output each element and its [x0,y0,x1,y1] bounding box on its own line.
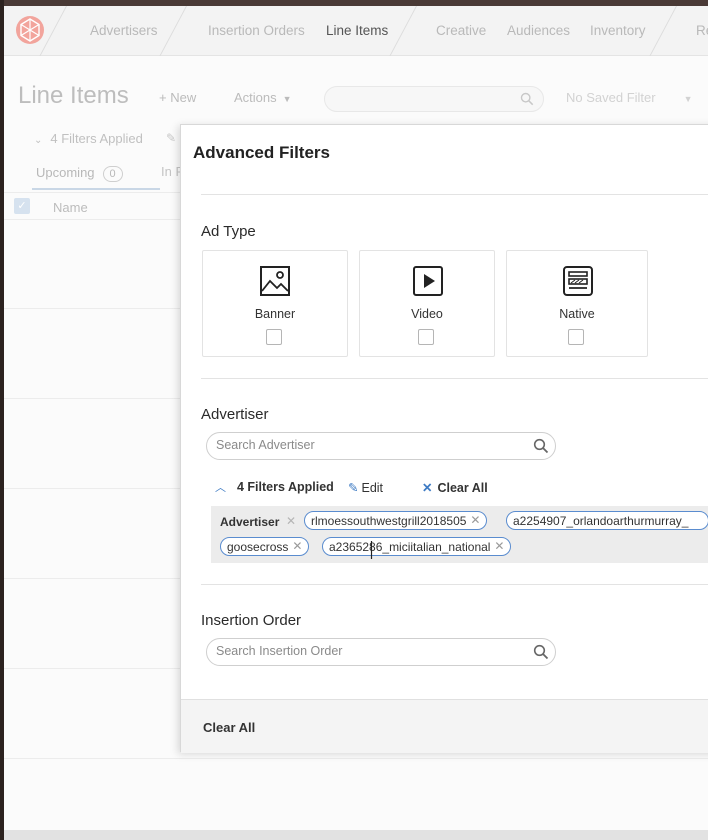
line-items-search[interactable] [324,86,544,112]
close-icon[interactable]: ✕ [494,539,504,553]
advertiser-search[interactable] [206,432,556,460]
modal-footer: Clear All [181,699,708,753]
chip-label: goosecross [227,540,289,554]
bottom-bar [4,830,708,840]
table-row [4,758,708,759]
advertiser-search-input[interactable] [216,438,516,452]
ad-type-banner-label: Banner [254,307,296,321]
nav-line-items[interactable]: Line Items [326,23,388,38]
tab-upcoming-count: 0 [102,166,123,182]
advertiser-title: Advertiser [201,406,269,423]
video-checkbox[interactable] [418,329,434,345]
bg-filters-label: 4 Filters Applied [50,131,143,146]
search-icon [533,644,549,660]
nav-divider [389,6,417,56]
nav-inventory[interactable]: Inventory [590,23,646,38]
bg-filters-toggle[interactable]: ⌄ 4 Filters Applied [34,131,143,146]
search-icon [533,438,549,454]
chip-label: a2254907_orlandoarthurmurray_ [513,514,689,528]
nav-divider [159,6,187,56]
ad-type-banner-card[interactable]: Banner [202,250,348,357]
remove-group-icon[interactable]: ✕ [286,514,296,528]
insertion-order-search[interactable] [206,638,556,666]
page-title: Line Items [18,82,129,109]
ad-type-native-card[interactable]: Native [506,250,648,357]
close-icon: ✕ [422,481,433,495]
caret-down-icon: ▼ [683,94,693,104]
tab-upcoming[interactable]: Upcoming 0 [36,165,123,182]
nav-advertisers[interactable]: Advertisers [90,23,158,38]
nav-reports[interactable]: Re [696,23,708,38]
close-icon[interactable]: ✕ [292,539,302,553]
edit-filters-button[interactable]: ✎ Edit [348,480,383,495]
image-icon [260,266,290,296]
advertiser-chip[interactable]: goosecross ✕ [220,537,310,556]
advanced-filters-modal: Advanced Filters Ad Type Banner Video Na [180,124,708,753]
search-icon [520,92,534,106]
chevron-down-icon: ⌄ [34,135,43,146]
ad-type-video-card[interactable]: Video [359,250,495,357]
active-tab-underline [32,188,160,190]
saved-filter-label: No Saved Filter [566,90,656,105]
top-nav: Advertisers Insertion Orders Line Items … [4,6,708,56]
new-button[interactable]: + New [159,90,196,105]
insertion-order-search-input[interactable] [216,644,516,658]
text-cursor-icon [370,541,373,559]
actions-label: Actions [234,90,277,105]
status-tabs: Upcoming 0 [18,156,178,190]
nav-audiences[interactable]: Audiences [507,23,570,38]
caret-down-icon: ▼ [282,94,292,104]
chip-label: a2365286_miciitalian_national [329,540,491,554]
chevron-up-icon[interactable]: ︿ [215,479,227,495]
native-icon [563,266,593,296]
saved-filter-dropdown[interactable]: No Saved Filter ▼ [566,90,693,105]
nav-insertion-orders[interactable]: Insertion Orders [208,23,305,38]
pencil-icon[interactable]: ✎ [166,131,176,145]
ad-type-video-label: Video [411,307,443,321]
modal-title: Advanced Filters [193,143,330,162]
close-icon[interactable]: ✕ [470,513,480,527]
clear-all-label: Clear All [437,481,488,495]
banner-checkbox[interactable] [266,329,282,345]
clear-advertiser-filters-button[interactable]: ✕ Clear All [422,480,488,495]
divider [201,584,708,585]
divider [201,378,708,379]
divider [201,194,708,195]
ad-type-title: Ad Type [201,223,256,240]
chip-group-label: Advertiser [220,515,280,529]
pencil-icon: ✎ [348,481,359,495]
new-label: New [170,90,197,105]
advertiser-chip[interactable]: a2254907_orlandoarthurmurray_ [506,511,708,530]
advertiser-filter-bar: ︿ 4 Filters Applied ✎ Edit ✕ Clear All [215,479,488,497]
ad-type-native-label: Native [559,307,595,321]
column-name[interactable]: Name [53,200,88,215]
advertiser-chip-area: Advertiser ✕ rlmoessouthwestgrill2018505… [211,506,708,563]
native-checkbox[interactable] [568,329,584,345]
advertiser-chip[interactable]: a2365286_miciitalian_national ✕ [322,537,512,556]
play-icon [413,266,443,296]
plus-icon: + [159,90,171,105]
edit-label: Edit [361,481,384,495]
tab-upcoming-label: Upcoming [36,165,95,180]
advertiser-chip[interactable]: rlmoessouthwestgrill2018505 ✕ [304,511,488,530]
actions-dropdown[interactable]: Actions ▼ [234,90,292,105]
filters-applied-toggle[interactable]: 4 Filters Applied [237,480,334,494]
insertion-order-title: Insertion Order [201,612,302,629]
nav-divider [649,6,677,56]
chip-label: rlmoessouthwestgrill2018505 [311,514,467,528]
nav-creative[interactable]: Creative [436,23,486,38]
clear-all-button[interactable]: Clear All [203,720,255,735]
logo-icon[interactable] [16,16,44,44]
select-all-checkbox[interactable]: ✓ [14,198,30,214]
